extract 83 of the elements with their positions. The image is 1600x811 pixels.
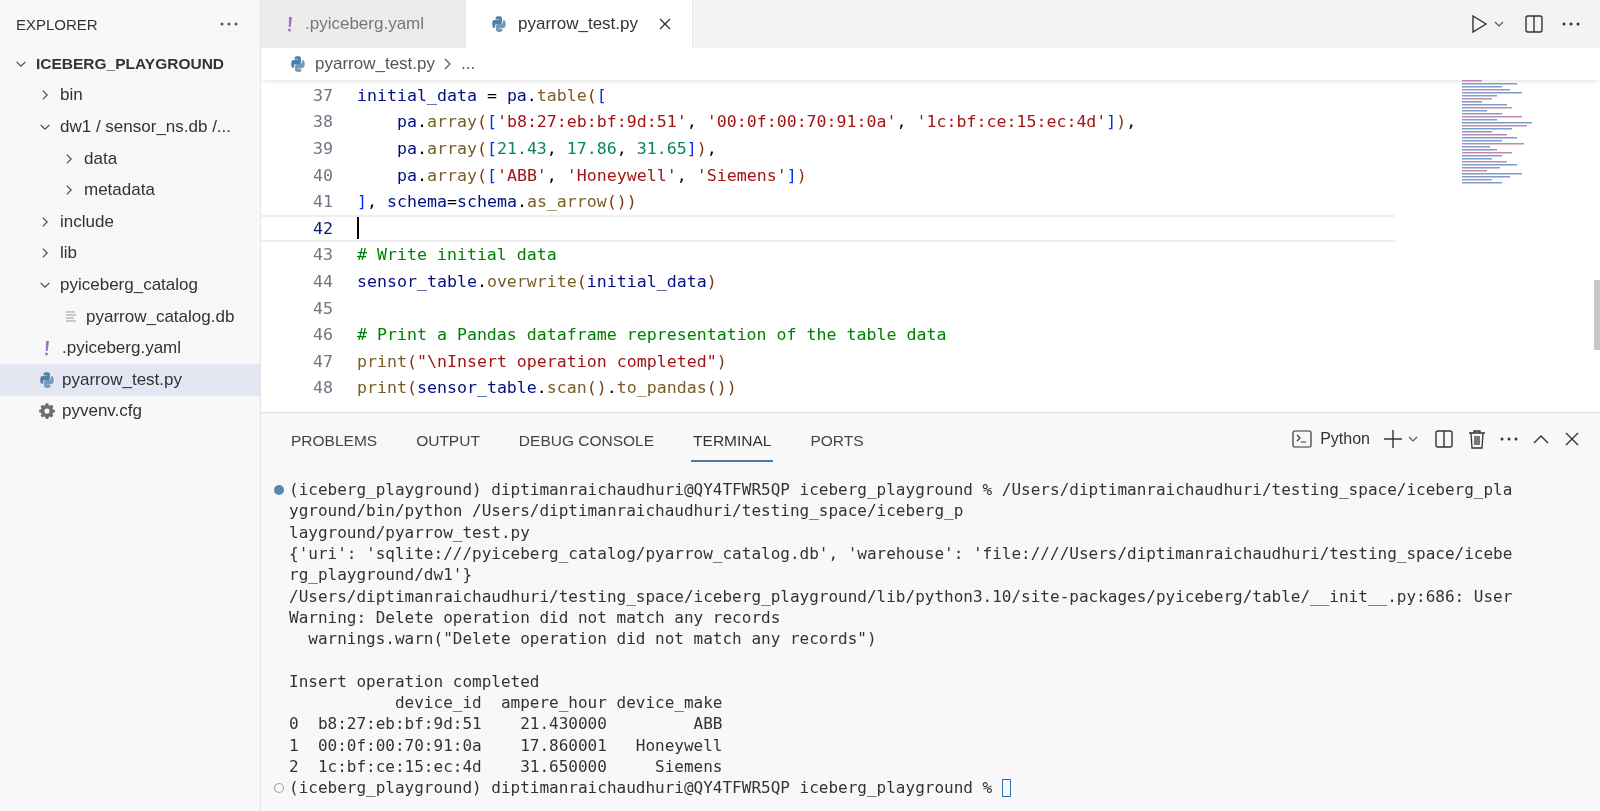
python-file-icon — [490, 15, 508, 33]
line-number: 43 — [312, 245, 333, 265]
line-number: 37 — [312, 85, 333, 105]
terminal-line: device_id ampere_hour device_make — [393, 693, 723, 713]
terminal-line: (iceberg_playground) diptimanraichaudhuri@QY4TFWR5QP iceberg_playground % /Users/diptimanraichaudhuri/testing_space/iceberg_pla — [289, 480, 1513, 500]
code-line: sensor_table.overwrite(initial_data) — [357, 270, 717, 293]
close-icon[interactable] — [658, 17, 672, 31]
panel-tab[interactable]: PROBLEMS — [289, 420, 380, 462]
folder-item[interactable]: ICEBERG_PLAYGROUND — [0, 48, 260, 80]
chevron-up-icon[interactable] — [1532, 433, 1550, 445]
terminal-line: /Users/diptimanraichaudhuri/testing_space/iceberg_playground/lib/python3.10/site-packages/pyiceberg/table/__init__.py:686: User — [289, 586, 1513, 606]
folder-item[interactable]: metadata — [0, 174, 260, 206]
command-status-dot[interactable] — [273, 781, 285, 794]
line-number: 47 — [312, 351, 333, 371]
plus-icon[interactable] — [1384, 429, 1420, 449]
folder-item[interactable]: lib — [0, 237, 260, 270]
terminal-line: 0 b8:27:eb:bf:9d:51 21.430000 ABB — [289, 714, 723, 734]
terminal-line: 1 00:0f:00:70:91:0a 17.860001 Honeywell — [289, 735, 723, 755]
code-line: print("\nInsert operation completed") — [357, 350, 727, 373]
line-number: 41 — [312, 192, 333, 212]
code-line: # Print a Pandas dataframe representation of the table data — [357, 324, 947, 347]
file-item[interactable]: pyarrow_test.py — [0, 363, 260, 396]
chevron-icon — [443, 57, 453, 71]
breadcrumb-item[interactable]: ... — [461, 54, 476, 74]
python-file-icon — [38, 370, 56, 389]
code-line: print(sensor_table.scan().to_pandas()) — [357, 377, 737, 400]
trash-icon[interactable] — [1468, 429, 1486, 449]
scrollbar[interactable] — [1594, 280, 1600, 350]
terminal-line: warnings.warn("Delete operation did not match any records") — [307, 629, 877, 649]
code-line: pa.array(['ABB', 'Honeywell', 'Siemens']) — [395, 164, 807, 187]
more-icon[interactable] — [1562, 22, 1580, 26]
command-status-dot[interactable] — [273, 483, 285, 496]
line-number: 46 — [312, 325, 333, 345]
text-file-icon — [63, 308, 79, 325]
terminal-selector[interactable]: Python — [1292, 430, 1370, 448]
panel-tab[interactable]: TERMINAL — [691, 420, 774, 462]
terminal-line: 2 1c:bf:ce:15:ec:4d 31.650000 Siemens — [289, 757, 723, 776]
line-number: 39 — [312, 139, 333, 158]
folder-item[interactable]: dw1 / sensor_ns.db /... — [0, 111, 260, 143]
line-number: 38 — [312, 112, 333, 132]
file-item[interactable]: pyvenv.cfg — [0, 395, 260, 428]
text-cursor — [357, 217, 359, 240]
folder-item[interactable]: include — [0, 205, 260, 238]
explorer-title: EXPLORER — [16, 15, 98, 33]
line-number: 40 — [312, 165, 333, 185]
terminal-line: layground/pyarrow_test.py — [289, 522, 530, 542]
panel-tab[interactable]: DEBUG CONSOLE — [516, 420, 657, 462]
panel-tab[interactable]: PORTS — [808, 420, 866, 462]
code-line: initial_data = pa.table([ — [357, 84, 607, 107]
file-item[interactable]: .pyiceberg.yaml — [0, 332, 260, 364]
terminal-icon — [1292, 430, 1313, 448]
line-number: 42 — [312, 218, 333, 238]
exclamation-icon — [285, 15, 295, 33]
code-line: pa.array(['b8:27:eb:bf:9d:51', '00:0f:00:70:91:0a', '1c:bf:ce:15:ec:4d']), — [395, 111, 1137, 134]
more-icon[interactable] — [1500, 437, 1518, 441]
exclamation-icon — [42, 339, 52, 358]
folder-item[interactable]: data — [0, 142, 260, 175]
terminal-line: Insert operation completed — [289, 671, 540, 691]
run-icon[interactable] — [1470, 14, 1506, 34]
line-number: 44 — [312, 271, 333, 291]
terminal-line: yground/bin/python /Users/diptimanraichaudhuri/testing_space/iceberg_p — [289, 501, 964, 521]
terminal-line: Warning: Delete operation did not match any records — [289, 607, 781, 627]
gear-icon — [38, 402, 56, 421]
close-icon[interactable] — [1564, 431, 1580, 447]
terminal-line: {'uri': 'sqlite:///pyiceberg_catalog/pyarrow_catalog.db', 'warehouse': 'file:////Users/diptimanraichaudhuri/testing_space/icebe — [289, 544, 1513, 564]
panel-tab[interactable]: OUTPUT — [414, 420, 482, 462]
split-editor-icon[interactable] — [1524, 14, 1544, 34]
file-item[interactable]: pyarrow_catalog.db — [0, 300, 260, 333]
code-line: ], schema=schema.as_arrow()) — [357, 191, 637, 214]
editor-tab[interactable]: .pyiceberg.yaml — [261, 0, 466, 48]
breadcrumb-item[interactable]: pyarrow_test.py — [315, 54, 435, 74]
editor-tab[interactable]: pyarrow_test.py — [466, 0, 693, 48]
terminal-line: rg_playground/dw1'} — [289, 565, 473, 585]
split-terminal-icon[interactable] — [1434, 429, 1454, 449]
line-number: 48 — [312, 378, 333, 398]
line-number: 45 — [312, 298, 333, 318]
folder-item[interactable]: pyiceberg_catalog — [0, 269, 260, 301]
code-line: pa.array([21.43, 17.86, 31.65]), — [395, 138, 717, 160]
python-file-icon — [289, 55, 307, 73]
folder-item[interactable]: bin — [0, 79, 260, 112]
code-line: # Write initial data — [357, 244, 557, 267]
terminal-line: (iceberg_playground) diptimanraichaudhuri@QY4TFWR5QP iceberg_playground % — [289, 778, 993, 798]
more-icon[interactable] — [220, 22, 238, 26]
